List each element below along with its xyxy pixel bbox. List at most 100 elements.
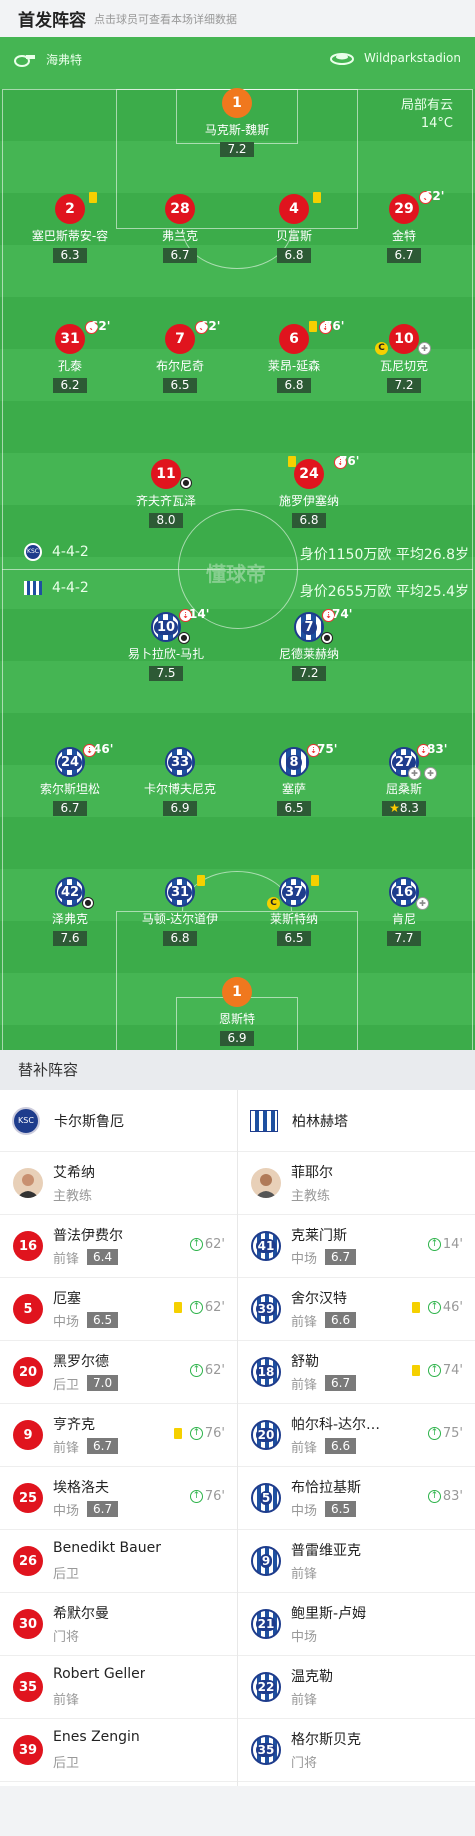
sub-player-row[interactable]: 39 Enes Zengin 后卫: [0, 1719, 237, 1782]
away-coach-row[interactable]: 菲耶尔 主教练: [238, 1152, 475, 1215]
away-player[interactable]: 42 ● 泽弗克 7.6: [15, 877, 125, 946]
sub-player-row[interactable]: 25 埃格洛夫 中场 6.7 ↑ 76': [0, 1467, 237, 1530]
away-player[interactable]: 10 ⇣ ● 14' 易卜拉欣-马扎 7.5: [111, 607, 221, 681]
sub-player-row[interactable]: 39 舍尔汉特 前锋 6.6 ↑ 46': [238, 1278, 475, 1341]
sub-on-indicator: ↑ 62': [189, 1363, 225, 1378]
sub-name: 舍尔汉特: [291, 1291, 347, 1307]
sub-shirt: 35: [251, 1735, 281, 1765]
sub-player-row[interactable]: 20 黑罗尔德 后卫 7.0 ↑ 62': [0, 1341, 237, 1404]
sub-player-row[interactable]: 9 普雷维亚克 前锋: [238, 1530, 475, 1593]
subs-panel: KSC 卡尔斯鲁厄 艾希纳 主教练 16 普法伊费尔 前锋 6.4 ↑ 62' 5…: [0, 1090, 475, 1786]
home-player[interactable]: 11 ● 齐夫齐瓦泽 8.0: [111, 459, 221, 528]
home-player[interactable]: 1 马克斯-魏斯 7.2: [182, 88, 292, 157]
away-team-row[interactable]: 柏林赫塔: [238, 1090, 475, 1152]
sub-on-icon: ↑: [427, 1490, 441, 1503]
home-player[interactable]: 4 贝富斯 6.8: [239, 192, 349, 263]
away-player[interactable]: 33 卡尔博夫尼克 6.9: [125, 747, 235, 816]
player-rating: 6.7: [53, 801, 87, 816]
player-name: 易卜拉欣-马扎: [127, 647, 205, 661]
sub-name: Robert Geller: [53, 1666, 146, 1682]
away-player[interactable]: 31 马顿-达尔道伊 6.8: [125, 875, 235, 946]
away-player[interactable]: 37 C 莱斯特纳 6.5: [239, 875, 349, 946]
sub-player-row[interactable]: 22 温克勒 前锋: [238, 1656, 475, 1719]
player-shirt: 7 ⇣ 62': [165, 319, 220, 354]
injury-icon: ✚: [416, 897, 429, 910]
away-player[interactable]: 7 ⇣ ● 74' 尼德莱赫纳 7.2: [254, 607, 364, 681]
sub-time: 62': [200, 319, 221, 333]
away-player[interactable]: 24 ⇣ 46' 索尔斯坦松 6.7: [15, 742, 125, 816]
away-player[interactable]: 8 ⇣ 75' 塞萨 6.5: [239, 742, 349, 816]
sub-on-indicator: ↑ 74': [411, 1363, 463, 1378]
sub-player-row[interactable]: 16 普法伊费尔 前锋 6.4 ↑ 62': [0, 1215, 237, 1278]
player-shirt: 11 ●: [151, 459, 192, 489]
sub-player-row[interactable]: 35 格尔斯贝克 门将: [238, 1719, 475, 1782]
home-player[interactable]: 6 ⇣ 76' 莱昂-延森 6.8: [239, 319, 349, 393]
sub-name: 布恰拉基斯: [291, 1480, 361, 1496]
coach-name: 艾希纳: [53, 1165, 95, 1181]
player-name: 马克斯-魏斯: [204, 123, 270, 137]
away-team-logo-icon: [250, 1109, 278, 1132]
player-name: 塞巴斯蒂安-容: [31, 229, 109, 243]
sub-player-row[interactable]: 20 帕尔科-达尔… 前锋 6.6 ↑ 75': [238, 1404, 475, 1467]
sub-player-row[interactable]: 26 Benedikt Bauer 后卫: [0, 1530, 237, 1593]
home-player[interactable]: 31 ⇣ 62' 孔泰 6.2: [15, 319, 125, 393]
player-name: 贝富斯: [275, 229, 312, 243]
sub-on-icon: ↑: [427, 1427, 441, 1440]
player-shirt: 27 ⇣ ✚ ✚ 83': [389, 742, 447, 780]
player-rating: 6.5: [277, 931, 311, 946]
player-name: 莱昂-延森: [267, 359, 321, 373]
player-rating: 6.5: [277, 801, 311, 816]
home-player[interactable]: 29 ⇣ 62' 金特 6.7: [349, 189, 459, 263]
sub-player-row[interactable]: 18 舒勒 前锋 6.7 ↑ 74': [238, 1341, 475, 1404]
sub-shirt: 21: [251, 1609, 281, 1639]
sub-player-row[interactable]: 5 布恰拉基斯 中场 6.5 ↑ 83': [238, 1467, 475, 1530]
goal-ball-icon: ●: [178, 632, 190, 644]
sub-rating: 6.7: [325, 1375, 357, 1391]
player-shirt: 10 C ✚: [375, 324, 431, 355]
sub-position: 后卫: [53, 1567, 80, 1582]
sub-player-row[interactable]: 5 厄塞 中场 6.5 ↑ 62': [0, 1278, 237, 1341]
sub-position: 中场: [291, 1504, 318, 1519]
sub-player-row[interactable]: 41 克莱门斯 中场 6.7 ↑ 14': [238, 1215, 475, 1278]
sub-name: 普雷维亚克: [291, 1543, 361, 1559]
player-name: 瓦尼切克: [379, 359, 428, 373]
home-team-row[interactable]: KSC 卡尔斯鲁厄: [0, 1090, 237, 1152]
sub-position: 前锋: [291, 1441, 318, 1456]
away-team-logo-icon: [24, 581, 42, 595]
sub-on-time: 74': [442, 1363, 463, 1378]
sub-on-time: 46': [442, 1300, 463, 1315]
sub-position: 前锋: [291, 1567, 318, 1582]
goal-ball-icon: ●: [82, 897, 94, 909]
home-coach-row[interactable]: 艾希纳 主教练: [0, 1152, 237, 1215]
away-player[interactable]: 16 ✚ 肯尼 7.7: [349, 877, 459, 946]
sub-on-indicator: ↑ 83': [427, 1489, 463, 1504]
home-team-logo-icon: KSC: [24, 543, 42, 561]
home-player[interactable]: 24 ⇣ 76' 施罗伊塞纳 6.8: [254, 454, 364, 528]
player-name: 弗兰克: [161, 229, 198, 243]
player-name: 索尔斯坦松: [39, 782, 100, 796]
sub-position: 前锋: [53, 1252, 80, 1267]
player-rating: 7.2: [292, 666, 326, 681]
sub-time: 62': [424, 189, 445, 203]
sub-name: 温克勒: [291, 1669, 333, 1685]
sub-name: 克莱门斯: [291, 1228, 347, 1244]
sub-player-row[interactable]: 30 希默尔曼 门将: [0, 1593, 237, 1656]
player-rating: 6.3: [53, 248, 87, 263]
home-player[interactable]: 2 塞巴斯蒂安-容 6.3: [15, 192, 125, 263]
player-rating: ★8.3: [382, 801, 426, 816]
home-player[interactable]: 28 弗兰克 6.7: [125, 194, 235, 263]
home-player[interactable]: 10 C ✚ 瓦尼切克 7.2: [349, 324, 459, 393]
away-player[interactable]: 1 恩斯特 6.9: [182, 977, 292, 1046]
sub-player-row[interactable]: 21 鲍里斯-卢姆 中场: [238, 1593, 475, 1656]
player-name: 施罗伊塞纳: [278, 494, 339, 508]
sub-player-row[interactable]: 9 亨齐克 前锋 6.7 ↑ 76': [0, 1404, 237, 1467]
player-shirt: 29 ⇣ 62': [389, 189, 444, 224]
player-name: 塞萨: [281, 782, 306, 796]
sub-on-icon: ↑: [189, 1301, 203, 1314]
home-player[interactable]: 7 ⇣ 62' 布尔尼奇 6.5: [125, 319, 235, 393]
away-player[interactable]: 27 ⇣ ✚ ✚ 83' 屈桑斯 ★8.3: [349, 742, 459, 816]
goal-ball-icon: ●: [321, 632, 333, 644]
player-name: 尼德莱赫纳: [278, 647, 339, 661]
sub-on-icon: ↑: [189, 1238, 203, 1251]
sub-player-row[interactable]: 35 Robert Geller 前锋: [0, 1656, 237, 1719]
